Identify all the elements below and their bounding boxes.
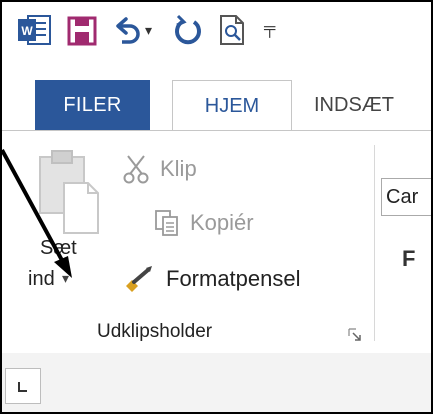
word-ribbon-screenshot: W ▾ ╤ FILER HJEM INDSÆT Sæt ind ▾ Klip K… <box>0 0 433 414</box>
annotation-arrow <box>2 149 72 278</box>
